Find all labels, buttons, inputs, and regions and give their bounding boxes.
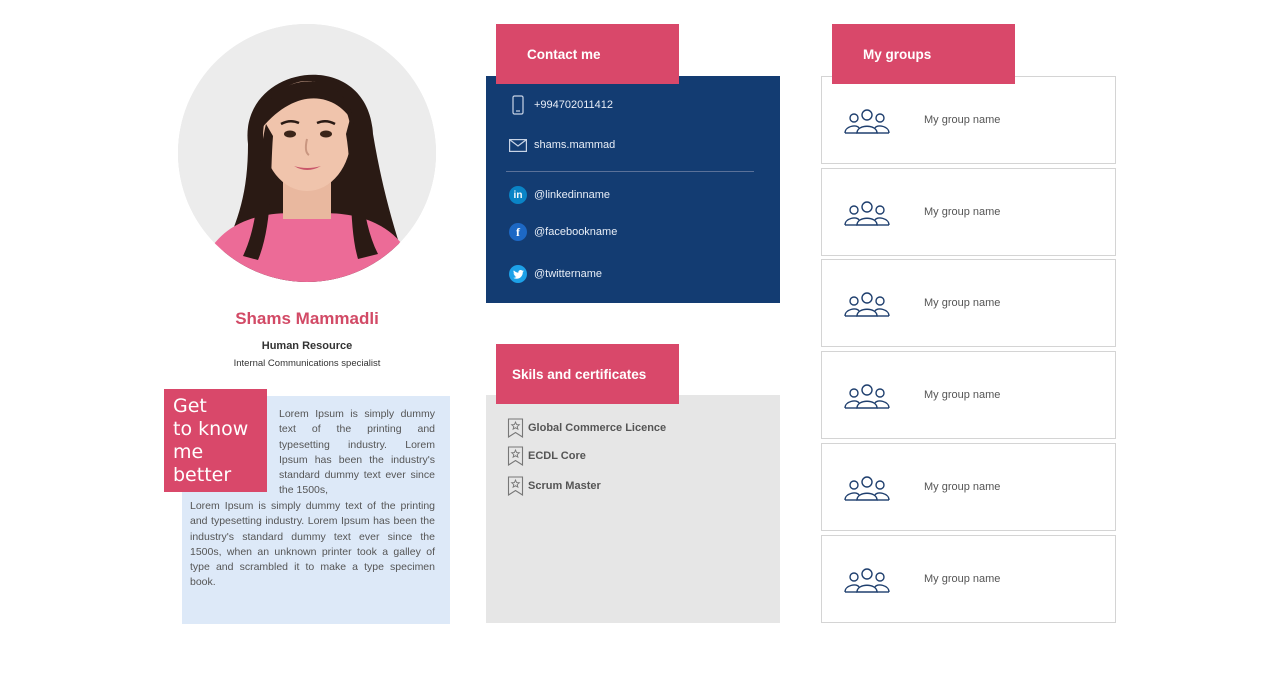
skills-heading: Skils and certificates — [496, 344, 679, 404]
skill-label: Scrum Master — [528, 480, 601, 492]
group-card[interactable]: My group name — [821, 534, 1116, 623]
people-group-icon — [844, 109, 890, 135]
contact-email-text: shams.mammad — [534, 139, 616, 151]
group-card[interactable]: My group name — [821, 167, 1116, 256]
linkedin-icon: in — [509, 186, 527, 204]
award-ribbon-icon — [507, 418, 524, 438]
skill-item: ECDL Core — [507, 446, 586, 466]
people-group-icon — [844, 384, 890, 410]
mail-icon — [509, 136, 527, 154]
skill-item: Scrum Master — [507, 476, 601, 496]
phone-icon — [509, 95, 527, 115]
contact-linkedin[interactable]: in @linkedinname — [509, 186, 610, 204]
group-card[interactable]: My group name — [821, 76, 1116, 164]
facebook-icon: f — [509, 223, 527, 241]
group-card[interactable]: My group name — [821, 259, 1116, 348]
group-card[interactable]: My group name — [821, 351, 1116, 440]
award-ribbon-icon — [507, 476, 524, 496]
contact-phone-text: +994702011412 — [534, 99, 614, 111]
contact-twitter-text: @twittername — [534, 268, 603, 280]
group-name: My group name — [924, 114, 1001, 126]
group-name: My group name — [924, 480, 1001, 493]
contact-linkedin-text: @linkedinname — [534, 189, 610, 201]
group-name: My group name — [924, 389, 1001, 402]
skill-item: Global Commerce Licence — [507, 418, 666, 438]
contact-facebook-text: @facebookname — [534, 226, 618, 238]
people-group-icon — [844, 567, 890, 594]
skill-label: Global Commerce Licence — [528, 422, 667, 434]
about-text-bottom: Lorem Ipsum is simply dummy text of the … — [190, 500, 435, 589]
people-group-icon — [844, 292, 890, 318]
contact-twitter[interactable]: @twittername — [509, 265, 602, 283]
profile-name: Shams Mammadli — [235, 309, 379, 328]
groups-heading: My groups — [832, 24, 1015, 84]
profile-photo-illustration — [178, 24, 436, 282]
contact-phone[interactable]: +994702011412 — [509, 95, 614, 115]
group-name: My group name — [924, 572, 1001, 585]
contact-heading: Contact me — [496, 24, 679, 84]
award-ribbon-icon — [507, 446, 524, 466]
about-text-top: Lorem Ipsum is simply dummy text of the … — [279, 408, 435, 497]
contact-email[interactable]: shams.mammad — [509, 136, 615, 154]
contact-facebook[interactable]: f @facebookname — [509, 223, 617, 241]
group-card[interactable]: My group name — [821, 442, 1116, 531]
profile-photo — [178, 24, 436, 282]
profile-job-title: Internal Communications specialist — [233, 358, 381, 369]
about-heading: Get to know me better — [164, 389, 267, 492]
twitter-icon — [509, 265, 527, 283]
people-group-icon — [844, 476, 890, 502]
profile-department: Human Resource — [261, 340, 353, 352]
skill-label: ECDL Core — [528, 450, 586, 462]
contact-divider — [506, 171, 754, 172]
group-name: My group name — [924, 205, 1001, 218]
people-group-icon — [844, 200, 890, 227]
group-name: My group name — [924, 297, 1001, 310]
